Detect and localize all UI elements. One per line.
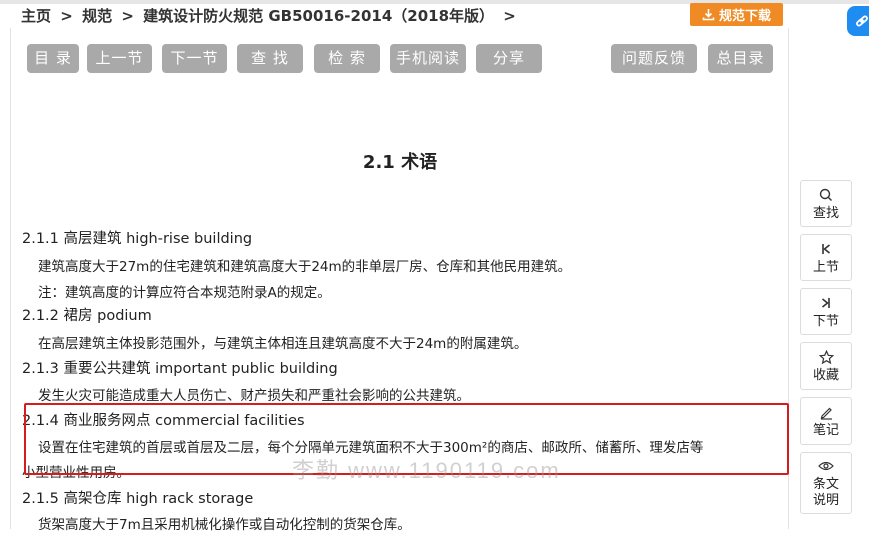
download-icon [702, 9, 715, 21]
sidebar-favorite-button[interactable]: 收藏 [800, 342, 852, 390]
term-body: 发生火灾可能造成重大人员伤亡、财产损失和严重社会影响的公共建筑。 [38, 388, 470, 404]
search-icon [819, 186, 833, 204]
breadcrumb-home[interactable]: 主页 [21, 7, 51, 25]
sidebar-notes-label: 笔记 [812, 423, 839, 438]
breadcrumb-separator: > [60, 7, 73, 25]
sidebar-prev-button[interactable]: 上节 [800, 234, 852, 281]
sidebar-notes-button[interactable]: 笔记 [800, 397, 852, 445]
next-section-button[interactable]: 下一节 [162, 44, 227, 73]
prev-section-button[interactable]: 上一节 [87, 44, 152, 73]
sidebar-favorite-label: 收藏 [812, 368, 839, 383]
content-border-left [10, 28, 11, 529]
breadcrumb-spec[interactable]: 规范 [82, 7, 112, 25]
find-button[interactable]: 查 找 [237, 44, 303, 73]
sidebar-next-button[interactable]: 下节 [800, 288, 852, 335]
share-button[interactable]: 分享 [476, 44, 542, 73]
pencil-icon [819, 403, 834, 421]
term-heading: 2.1.2 裙房 podium [22, 308, 152, 324]
sidebar-search-button[interactable]: 查找 [800, 180, 852, 227]
sidebar-explain-label: 条文说明 [812, 477, 839, 508]
term-heading: 2.1.5 高架仓库 high rack storage [22, 491, 254, 507]
breadcrumb-separator: > [503, 7, 516, 25]
breadcrumb-separator: > [121, 7, 134, 25]
watermark: 李勤 www.1190119.com [292, 458, 561, 483]
sidebar-next-label: 下节 [812, 313, 839, 329]
index-button[interactable]: 总目录 [708, 44, 773, 73]
sidebar-search-label: 查找 [812, 205, 839, 221]
section-title: 2.1 术语 [362, 152, 438, 173]
term-note: 注：建筑高度的计算应符合本规范附录A的规定。 [38, 285, 331, 301]
term-heading: 2.1.1 高层建筑 high-rise building [22, 231, 253, 247]
link-badge[interactable] [847, 6, 869, 36]
download-button[interactable]: 规范下载 [690, 3, 783, 26]
star-icon [818, 348, 834, 366]
feedback-button[interactable]: 问题反馈 [611, 44, 697, 73]
breadcrumb: 主页 > 规范 > 建筑设计防火规范 GB50016-2014（2018年版） … [21, 5, 520, 27]
link-icon [856, 15, 868, 27]
breadcrumb-doc[interactable]: 建筑设计防火规范 GB50016-2014（2018年版） [143, 7, 494, 25]
term-body: 货架高度大于7m且采用机械化操作或自动化控制的货架仓库。 [38, 517, 411, 533]
term-heading: 2.1.3 重要公共建筑 important public building [22, 361, 338, 377]
skip-forward-icon [820, 294, 832, 312]
skip-back-icon [820, 240, 832, 258]
contents-button[interactable]: 目 录 [27, 44, 79, 73]
term-body: 建筑高度大于27m的住宅建筑和建筑高度大于24m的非单层厂房、仓库和其他民用建筑… [38, 259, 572, 275]
eye-icon [818, 457, 834, 475]
download-label: 规范下载 [718, 9, 771, 24]
sidebar-explain-button[interactable]: 条文说明 [800, 452, 852, 514]
search-button[interactable]: 检 索 [314, 44, 380, 73]
mobile-read-button[interactable]: 手机阅读 [390, 44, 466, 73]
term-body: 在高层建筑主体投影范围外，与建筑主体相连且建筑高度不大于24m的附属建筑。 [38, 336, 528, 352]
sidebar-prev-label: 上节 [812, 259, 839, 275]
